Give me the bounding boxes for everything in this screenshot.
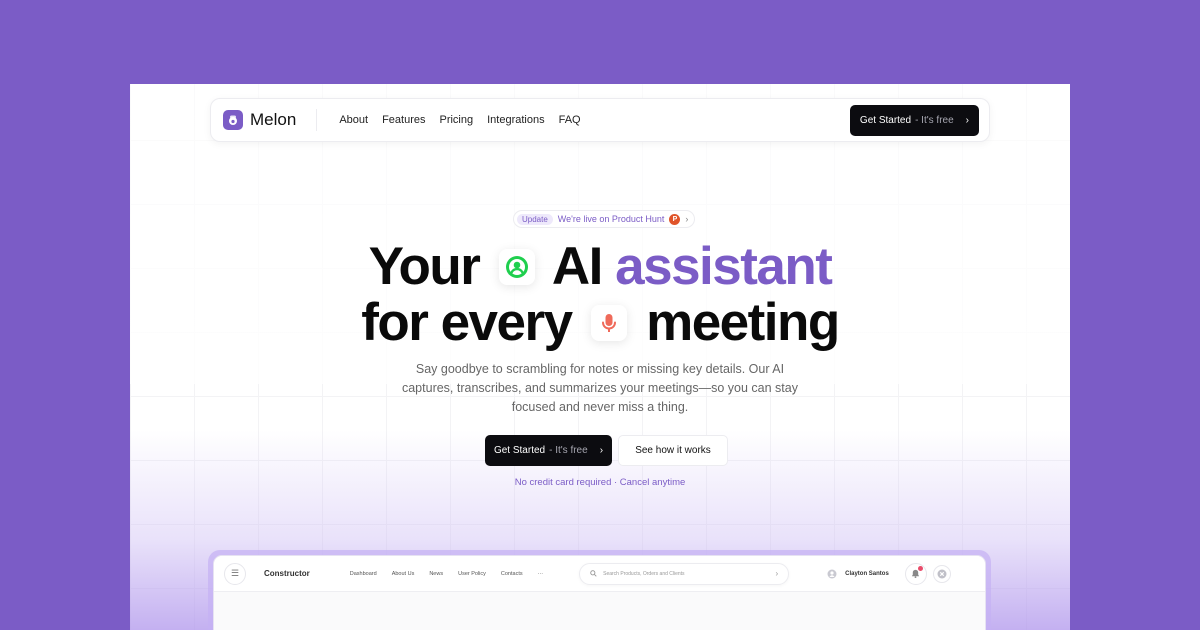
nav-link-about[interactable]: About: [339, 114, 368, 126]
user-profile[interactable]: Clayton Santos: [827, 569, 889, 579]
dashboard-window: ☰ Constructor Dashboard About Us News Us…: [213, 555, 986, 630]
announcement-text: We're live on Product Hunt: [557, 214, 665, 224]
nav-link-pricing[interactable]: Pricing: [439, 114, 473, 126]
notification-dot: [917, 565, 923, 571]
nav-cta-label: Get Started: [859, 114, 912, 126]
user-avatar-icon: [827, 569, 837, 578]
dash-link-dashboard[interactable]: Dashboard: [350, 571, 377, 577]
hero-headline-line1: Your AI assistant: [130, 239, 1070, 295]
user-name: Clayton Santos: [845, 570, 889, 577]
brand-name: Melon: [250, 110, 297, 129]
dashboard-search-input[interactable]: Search Products, Orders and Clients ›: [579, 562, 790, 585]
dashboard-topbar: ☰ Constructor Dashboard About Us News Us…: [214, 556, 985, 592]
chevron-right-icon: ›: [599, 445, 604, 456]
cta-sublabel: - It's free: [549, 445, 588, 456]
search-placeholder: Search Products, Orders and Clients: [603, 570, 685, 577]
dashboard-preview: ☰ Constructor Dashboard About Us News Us…: [208, 550, 991, 630]
producthunt-icon: P: [669, 213, 681, 225]
cta-label: Get Started: [493, 445, 546, 456]
headline-words-for-every: for every: [361, 293, 573, 352]
headline-word-assistant: assistant: [615, 237, 833, 296]
chevron-right-icon: ›: [965, 114, 969, 126]
nav-link-features[interactable]: Features: [382, 114, 425, 126]
nav-link-integrations[interactable]: Integrations: [487, 114, 544, 126]
chevron-right-icon: ›: [775, 569, 779, 578]
microphone-icon: [590, 305, 627, 341]
landing-page: Melon About Features Pricing Integration…: [130, 84, 1070, 630]
dashboard-nav: Dashboard About Us News User Policy Cont…: [350, 571, 543, 577]
dash-link-news[interactable]: News: [429, 571, 443, 577]
more-icon[interactable]: ···: [538, 571, 544, 577]
search-icon: [590, 570, 597, 577]
headline-word-meeting: meeting: [646, 293, 840, 352]
no-credit-card-note: No credit card required · Cancel anytime: [514, 477, 686, 488]
nav-cta-sublabel: - It's free: [915, 114, 954, 126]
announcement-badge[interactable]: Update We're live on Product Hunt P ›: [513, 210, 696, 228]
update-pill: Update: [517, 213, 553, 225]
see-how-it-works-button[interactable]: See how it works: [618, 435, 728, 466]
nav-link-faq[interactable]: FAQ: [559, 114, 581, 126]
menu-icon[interactable]: ☰: [224, 562, 246, 585]
hero-subtitle: Say goodbye to scrambling for notes or m…: [401, 362, 798, 414]
melon-logo-icon: [223, 110, 243, 130]
nav-get-started-button[interactable]: Get Started - It's free ›: [849, 104, 979, 136]
headline-word-ai: AI: [551, 237, 604, 296]
close-icon[interactable]: [932, 564, 951, 583]
user-circle-icon: [498, 249, 535, 285]
dash-link-about-us[interactable]: About Us: [392, 571, 415, 577]
dashboard-title: Constructor: [264, 569, 310, 578]
dash-link-contacts[interactable]: Contacts: [501, 571, 523, 577]
dash-link-user-policy[interactable]: User Policy: [458, 571, 486, 577]
notification-bell-icon[interactable]: [904, 562, 927, 585]
brand-logo[interactable]: Melon: [223, 109, 318, 131]
top-navbar: Melon About Features Pricing Integration…: [210, 98, 990, 142]
headline-word-your: Your: [368, 237, 481, 296]
nav-links: About Features Pricing Integrations FAQ: [339, 114, 580, 126]
chevron-right-icon: ›: [685, 214, 689, 224]
get-started-button[interactable]: Get Started - It's free ›: [485, 435, 612, 466]
hero-headline-line2: for every meeting: [130, 295, 1070, 351]
